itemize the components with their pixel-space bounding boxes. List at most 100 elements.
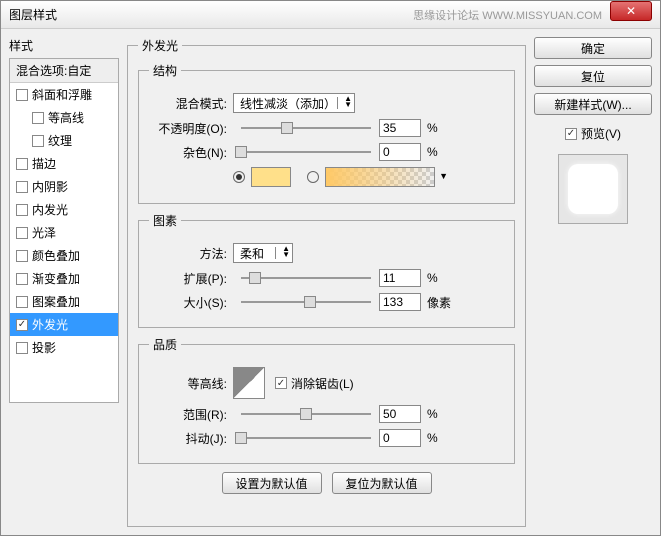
style-checkbox[interactable] — [16, 181, 28, 193]
opacity-unit: % — [427, 121, 438, 135]
styles-panel: 样式 混合选项:自定 斜面和浮雕等高线纹理描边内阴影内发光光泽颜色叠加渐变叠加图… — [9, 37, 119, 527]
style-item-label: 渐变叠加 — [32, 270, 80, 287]
style-item-label: 内发光 — [32, 201, 68, 218]
settings-panel: 外发光 结构 混合模式: 线性减淡（添加） ▲▼ 不透明度(O): — [127, 37, 526, 527]
new-style-button[interactable]: 新建样式(W)... — [534, 93, 652, 115]
size-input[interactable] — [379, 293, 421, 311]
action-panel: 确定 复位 新建样式(W)... 预览(V) — [534, 37, 652, 527]
styles-label: 样式 — [9, 37, 119, 54]
spread-slider[interactable] — [241, 277, 371, 279]
gradient-swatch[interactable]: ▼ — [325, 167, 435, 187]
noise-input[interactable] — [379, 143, 421, 161]
jitter-label: 抖动(J): — [149, 430, 227, 447]
outer-glow-group: 外发光 结构 混合模式: 线性减淡（添加） ▲▼ 不透明度(O): — [127, 37, 526, 527]
blend-mode-select[interactable]: 线性减淡（添加） ▲▼ — [233, 93, 355, 113]
style-item[interactable]: 斜面和浮雕 — [10, 83, 118, 106]
opacity-label: 不透明度(O): — [149, 120, 227, 137]
style-item[interactable]: 图案叠加 — [10, 290, 118, 313]
titlebar: 图层样式 思缘设计论坛 WWW.MISSYUAN.COM ✕ — [1, 1, 660, 29]
style-checkbox[interactable] — [16, 273, 28, 285]
noise-slider[interactable] — [241, 151, 371, 153]
preview-box — [558, 154, 628, 224]
style-checkbox[interactable] — [16, 342, 28, 354]
watermark: 思缘设计论坛 WWW.MISSYUAN.COM — [413, 7, 602, 23]
style-item[interactable]: 渐变叠加 — [10, 267, 118, 290]
antialias-checkbox[interactable] — [275, 377, 287, 389]
opacity-slider[interactable] — [241, 127, 371, 129]
style-item[interactable]: 等高线 — [10, 106, 118, 129]
styles-list: 混合选项:自定 斜面和浮雕等高线纹理描边内阴影内发光光泽颜色叠加渐变叠加图案叠加… — [9, 58, 119, 403]
style-item-label: 斜面和浮雕 — [32, 86, 92, 103]
elements-group: 图素 方法: 柔和 ▲▼ 扩展(P): % — [138, 212, 515, 328]
layer-style-dialog: 图层样式 思缘设计论坛 WWW.MISSYUAN.COM ✕ 样式 混合选项:自… — [0, 0, 661, 536]
style-item-label: 图案叠加 — [32, 293, 80, 310]
noise-label: 杂色(N): — [149, 144, 227, 161]
style-item-label: 描边 — [32, 155, 56, 172]
spread-label: 扩展(P): — [149, 270, 227, 287]
style-checkbox[interactable] — [16, 250, 28, 262]
color-swatch[interactable] — [251, 167, 291, 187]
preview-checkbox[interactable] — [565, 128, 577, 140]
dropdown-icon: ▼ — [439, 171, 448, 181]
style-checkbox[interactable] — [16, 296, 28, 308]
size-slider[interactable] — [241, 301, 371, 303]
quality-legend: 品质 — [149, 336, 181, 353]
make-default-button[interactable]: 设置为默认值 — [222, 472, 322, 494]
jitter-input[interactable] — [379, 429, 421, 447]
style-item-label: 颜色叠加 — [32, 247, 80, 264]
technique-label: 方法: — [149, 245, 227, 262]
range-unit: % — [427, 407, 438, 421]
range-input[interactable] — [379, 405, 421, 423]
style-item[interactable]: 描边 — [10, 152, 118, 175]
spread-unit: % — [427, 271, 438, 285]
preview-thumbnail — [568, 164, 618, 214]
style-checkbox[interactable] — [32, 135, 44, 147]
updown-icon: ▲▼ — [344, 96, 352, 108]
window-title: 图层样式 — [9, 6, 413, 23]
style-checkbox[interactable] — [16, 89, 28, 101]
style-checkbox[interactable] — [16, 227, 28, 239]
jitter-unit: % — [427, 431, 438, 445]
noise-unit: % — [427, 145, 438, 159]
style-checkbox[interactable] — [16, 158, 28, 170]
style-checkbox[interactable] — [32, 112, 44, 124]
blend-options-item[interactable]: 混合选项:自定 — [10, 59, 118, 83]
style-item[interactable]: 投影 — [10, 336, 118, 359]
size-unit: 像素 — [427, 294, 451, 311]
reset-default-button[interactable]: 复位为默认值 — [332, 472, 432, 494]
style-item[interactable]: 内阴影 — [10, 175, 118, 198]
structure-legend: 结构 — [149, 62, 181, 79]
style-checkbox[interactable] — [16, 204, 28, 216]
range-label: 范围(R): — [149, 406, 227, 423]
style-item-label: 等高线 — [48, 109, 84, 126]
contour-label: 等高线: — [149, 375, 227, 392]
range-slider[interactable] — [241, 413, 371, 415]
style-item[interactable]: 外发光 — [10, 313, 118, 336]
antialias-label: 消除锯齿(L) — [291, 375, 354, 392]
style-item[interactable]: 颜色叠加 — [10, 244, 118, 267]
color-gradient-radio[interactable] — [307, 171, 319, 183]
opacity-input[interactable] — [379, 119, 421, 137]
style-item-label: 纹理 — [48, 132, 72, 149]
ok-button[interactable]: 确定 — [534, 37, 652, 59]
style-checkbox[interactable] — [16, 319, 28, 331]
color-solid-radio[interactable] — [233, 171, 245, 183]
contour-picker[interactable] — [233, 367, 265, 399]
quality-group: 品质 等高线: 消除锯齿(L) 范围(R): % 抖动(J): — [138, 336, 515, 464]
style-item[interactable]: 纹理 — [10, 129, 118, 152]
style-item-label: 投影 — [32, 339, 56, 356]
blend-mode-label: 混合模式: — [149, 95, 227, 112]
preview-label: 预览(V) — [581, 125, 621, 142]
spread-input[interactable] — [379, 269, 421, 287]
updown-icon: ▲▼ — [282, 246, 290, 258]
style-item[interactable]: 内发光 — [10, 198, 118, 221]
structure-group: 结构 混合模式: 线性减淡（添加） ▲▼ 不透明度(O): % — [138, 62, 515, 204]
size-label: 大小(S): — [149, 294, 227, 311]
style-item[interactable]: 光泽 — [10, 221, 118, 244]
style-item-label: 内阴影 — [32, 178, 68, 195]
cancel-button[interactable]: 复位 — [534, 65, 652, 87]
close-button[interactable]: ✕ — [610, 1, 652, 21]
jitter-slider[interactable] — [241, 437, 371, 439]
technique-select[interactable]: 柔和 ▲▼ — [233, 243, 293, 263]
style-item-label: 外发光 — [32, 316, 68, 333]
